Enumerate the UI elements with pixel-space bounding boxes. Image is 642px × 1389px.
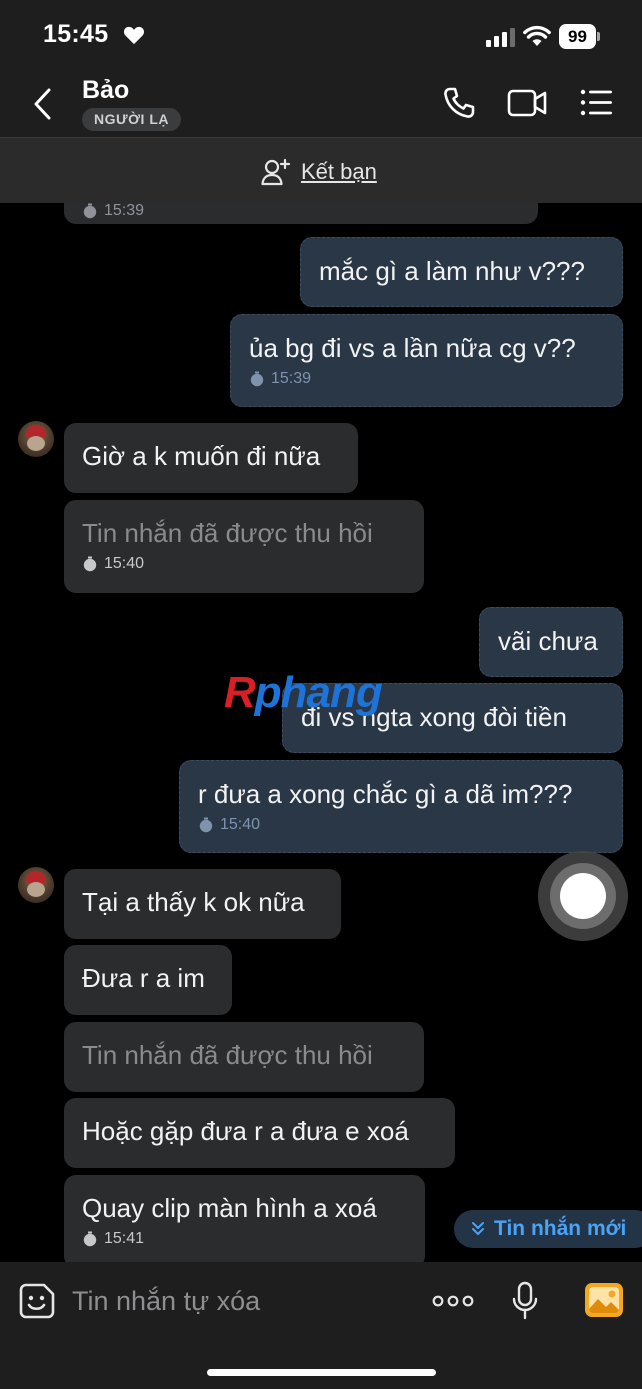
message-list[interactable]: 15:39 mắc gì a làm như v??? ủa bg đi vs … [0,203,642,1262]
double-chevron-down-icon [472,1222,484,1235]
message-text: Giờ a k muốn đi nữa [82,441,321,471]
battery-indicator: 99 [559,24,600,49]
message-time-text: 15:39 [271,370,312,387]
assistive-touch-button[interactable] [538,851,628,941]
avatar-face [27,882,45,897]
battery-level: 99 [559,24,596,49]
home-indicator[interactable] [207,1369,436,1376]
battery-tip [597,32,600,41]
back-button[interactable] [28,86,58,122]
add-user-icon [261,158,291,186]
contact-name[interactable]: Bảo [82,76,129,105]
add-friend-button[interactable]: Kết bạn [261,155,377,189]
message-time: 15:40 [198,815,604,835]
message-bubble-received[interactable]: Tại a thấy k ok nữa [64,869,341,939]
add-friend-bar: Kết bạn [0,137,642,203]
recalled-message[interactable]: Tin nhắn đã được thu hồi [64,1022,424,1092]
contact-avatar[interactable] [18,421,54,457]
message-bubble-partial[interactable]: 15:39 [64,203,538,224]
video-camera-icon[interactable] [507,88,547,118]
message-time-text: 15:40 [104,555,145,572]
message-text: Hoặc gặp đưa r a đưa e xoá [82,1116,409,1146]
timer-icon [250,371,264,387]
message-time-text: 15:40 [220,816,261,833]
status-time: 15:45 [43,20,109,48]
timer-icon [83,203,97,219]
new-messages-label: Tin nhắn mới [494,1217,627,1240]
message-bubble-sent[interactable]: ủa bg đi vs a lần nữa cg v?? 15:39 [230,314,623,407]
recalled-message[interactable]: Tin nhắn đã được thu hồi 15:40 [64,500,424,593]
message-text: r đưa a xong chắc gì a dã im??? [198,779,573,809]
message-time: 15:41 [82,1229,407,1249]
message-bubble-sent[interactable]: vãi chưa [479,607,623,677]
top-bar: 15:45 99 Bảo NGƯỜI LẠ [0,0,642,137]
chat-screen: 15:45 99 Bảo NGƯỜI LẠ Kết bạn 15:39 mắc … [0,0,642,1389]
message-text: Tại a thấy k ok nữa [82,887,305,917]
message-time-text: 15:39 [104,203,145,219]
message-text: Tin nhắn đã được thu hồi [82,518,373,548]
avatar-face [27,436,45,451]
message-bubble-sent[interactable]: r đưa a xong chắc gì a dã im??? 15:40 [179,760,623,853]
wifi-icon [523,25,551,46]
message-time-text: 15:41 [104,1230,145,1247]
message-time: 15:39 [249,369,604,389]
message-time: 15:40 [82,554,406,574]
message-text: Đưa r a im [82,963,205,993]
timer-icon [83,1231,97,1247]
microphone-icon[interactable] [511,1281,539,1321]
message-text: vãi chưa [498,626,598,656]
message-text: Tin nhắn đã được thu hồi [82,1040,373,1070]
message-bubble-received[interactable]: Hoặc gặp đưa r a đưa e xoá [64,1098,455,1168]
message-text: ủa bg đi vs a lần nữa cg v?? [249,333,576,363]
stranger-badge: NGƯỜI LẠ [82,108,181,131]
list-menu-icon[interactable] [580,89,613,116]
message-bubble-received[interactable]: Quay clip màn hình a xoá 15:41 [64,1175,425,1262]
heart-icon [123,26,145,45]
message-text: Quay clip màn hình a xoá [82,1193,377,1223]
message-time: 15:39 [82,203,520,221]
contact-avatar[interactable] [18,867,54,903]
new-messages-button[interactable]: Tin nhắn mới [454,1210,642,1248]
message-input[interactable] [72,1280,402,1322]
message-bubble-sent[interactable]: mắc gì a làm như v??? [300,237,623,307]
cellular-signal-icon [486,28,515,47]
composer-bar [0,1262,642,1389]
sticker-face-icon[interactable] [18,1282,56,1320]
timer-icon [83,556,97,572]
message-bubble-received[interactable]: Đưa r a im [64,945,232,1015]
assistive-touch-core [560,873,606,919]
ellipsis-icon[interactable] [432,1291,474,1311]
phone-icon[interactable] [442,86,476,120]
message-text: mắc gì a làm như v??? [319,256,585,286]
image-icon[interactable] [584,1282,624,1318]
message-text: đi vs ngta xong đòi tiền [301,702,567,732]
message-bubble-received[interactable]: Giờ a k muốn đi nữa [64,423,358,493]
message-bubble-sent[interactable]: đi vs ngta xong đòi tiền [282,683,623,753]
add-friend-label: Kết bạn [301,159,377,184]
timer-icon [199,817,213,833]
